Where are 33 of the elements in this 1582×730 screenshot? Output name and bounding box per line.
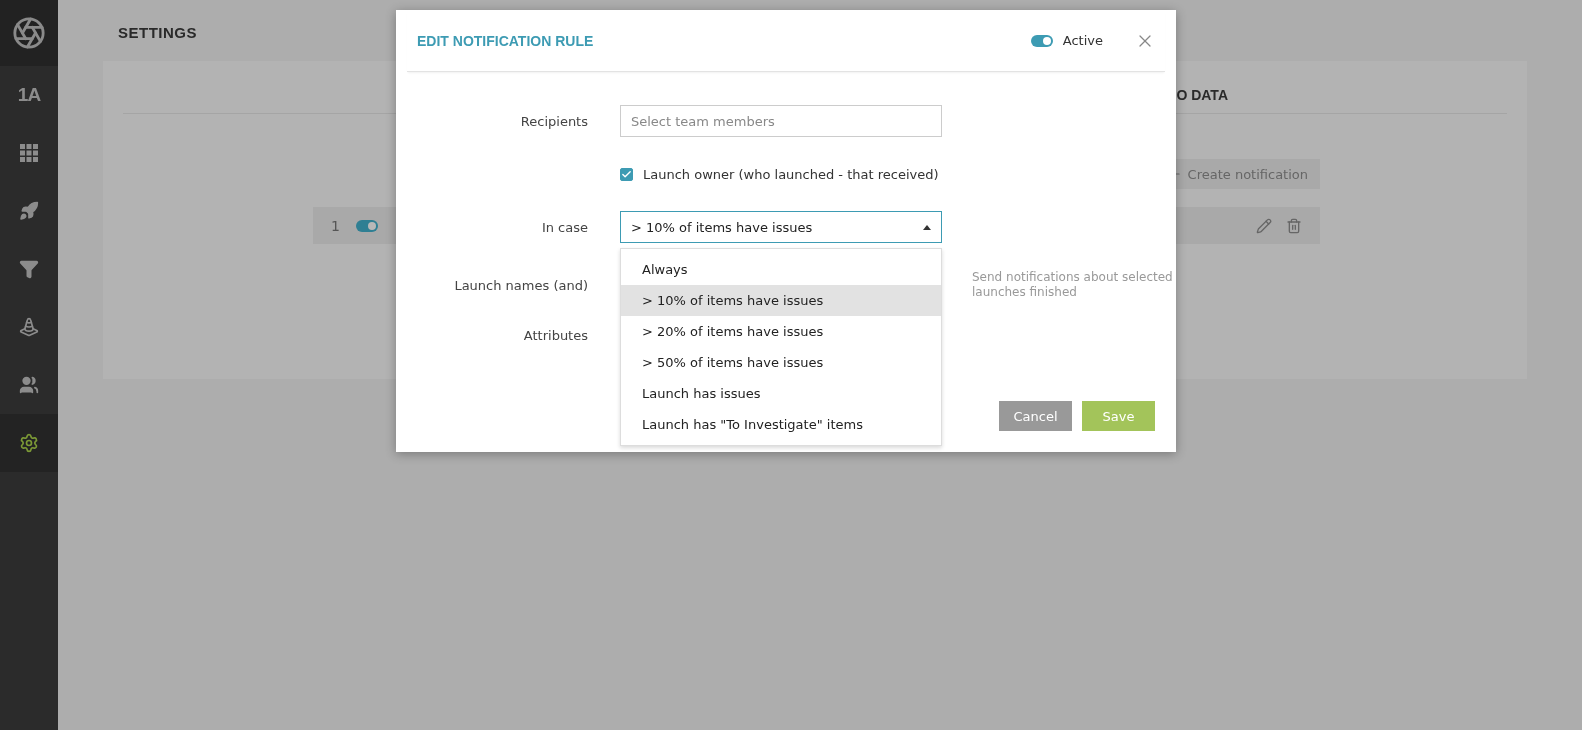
dropdown-option[interactable]: > 10% of items have issues — [621, 285, 941, 316]
tab-label: O DATA — [1176, 87, 1228, 103]
dropdown-option[interactable]: > 50% of items have issues — [621, 347, 941, 378]
settings-icon — [19, 433, 39, 453]
cone-icon — [19, 317, 39, 337]
hint-text: Send notifications about selected launches finished — [972, 270, 1174, 300]
dropdown-option[interactable]: > 20% of items have issues — [621, 316, 941, 347]
active-toggle[interactable] — [1030, 34, 1053, 47]
users-icon — [19, 375, 39, 395]
rule-number: 1 — [331, 217, 340, 234]
project-label: 1A — [17, 84, 41, 106]
field-label: Recipients — [519, 113, 588, 129]
active-label: Active — [1062, 33, 1103, 48]
edit-icon[interactable] — [1256, 217, 1272, 234]
rule-toggle[interactable] — [355, 219, 378, 232]
filter-icon — [19, 259, 39, 279]
condition-select[interactable]: > 10% of items have issues — [620, 211, 942, 243]
dropdown-option[interactable]: Always — [621, 254, 941, 285]
field-label: Launch names (and) — [453, 277, 588, 293]
field-label: In case — [540, 219, 588, 235]
caret-icon — [923, 224, 931, 230]
modal-title: EDIT NOTIFICATION RULE — [417, 32, 595, 49]
rocket-icon — [19, 201, 39, 221]
grid-icon — [20, 144, 38, 162]
logo-icon — [12, 16, 46, 50]
dropdown-option[interactable]: Launch has "To Investigate" items — [621, 409, 941, 440]
sidebar-item[interactable] — [0, 414, 58, 472]
field-label: Attributes — [522, 327, 588, 343]
trash-icon[interactable] — [1286, 217, 1302, 234]
dropdown-option[interactable]: Launch has issues — [621, 378, 941, 409]
recipients-field[interactable]: Select team members — [620, 105, 942, 137]
sidebar-item[interactable]: 1A — [0, 66, 58, 124]
page-title: SETTINGS — [118, 24, 197, 41]
